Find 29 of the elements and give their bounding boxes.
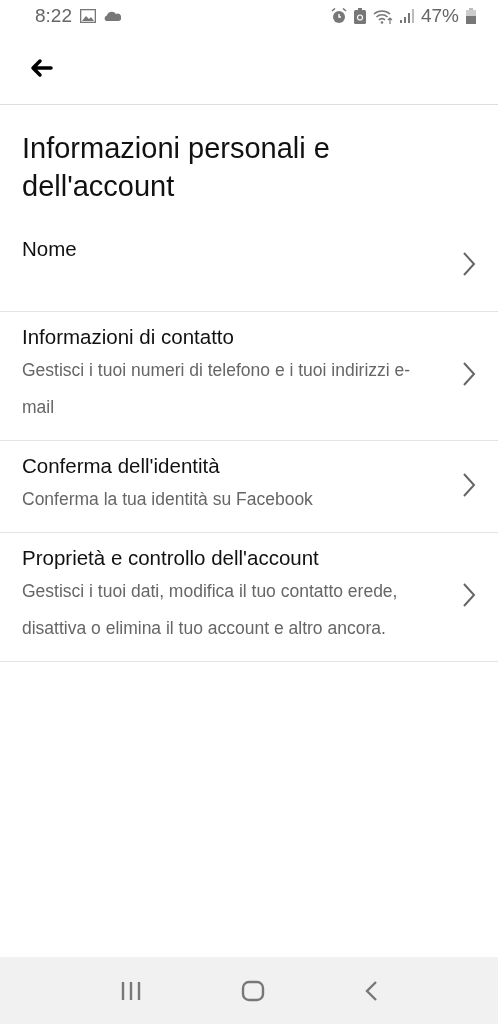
- row-description: Conferma la tua identità su Facebook: [22, 488, 314, 511]
- back-icon: [364, 979, 379, 1002]
- battery-saver-icon: [353, 8, 366, 24]
- image-icon: [80, 9, 96, 23]
- row-description: Gestisci i tuoi dati, modifica il tuo contatto erede, disattiva o elimina il tuo account e altro ancora.: [22, 580, 399, 640]
- back-arrow-icon: [29, 58, 53, 78]
- chevron-right-icon: [462, 361, 476, 387]
- page-title: Informazioni personali e dell'account: [21, 131, 331, 204]
- alarm-clock-icon: [330, 8, 347, 24]
- row-title: Conferma dell'identità: [22, 453, 221, 479]
- settings-row[interactable]: Proprietà e controllo dell'account Gestisci i tuoi dati, modifica il tuo contatto erede, disattiva o elimina il tuo account e altro ancora.: [0, 533, 498, 661]
- status-time: 8:22: [35, 5, 72, 27]
- settings-row[interactable]: Conferma dell'identità Conferma la tua identità su Facebook: [0, 441, 498, 532]
- battery-icon: [466, 8, 476, 24]
- recent-apps-icon: [119, 980, 142, 1001]
- row-title: Nome: [22, 236, 78, 262]
- home-icon: [241, 979, 265, 1002]
- settings-row[interactable]: Informazioni di contatto Gestisci i tuoi numeri di telefono e i tuoi indirizzi e-mail: [0, 312, 498, 440]
- chevron-right-icon: [462, 251, 476, 277]
- chevron-right-icon: [462, 582, 476, 608]
- settings-row[interactable]: Nome: [0, 221, 498, 311]
- cloud-icon: [104, 11, 121, 21]
- row-description: Gestisci i tuoi numeri di telefono e i tuoi indirizzi e-mail: [22, 359, 412, 419]
- signal-icon: [399, 9, 414, 23]
- battery-percentage: 47%: [420, 5, 459, 27]
- wifi-icon: [372, 8, 393, 24]
- row-title: Proprietà e controllo dell'account: [22, 545, 320, 571]
- row-title: Informazioni di contatto: [22, 324, 235, 350]
- chevron-right-icon: [462, 471, 476, 498]
